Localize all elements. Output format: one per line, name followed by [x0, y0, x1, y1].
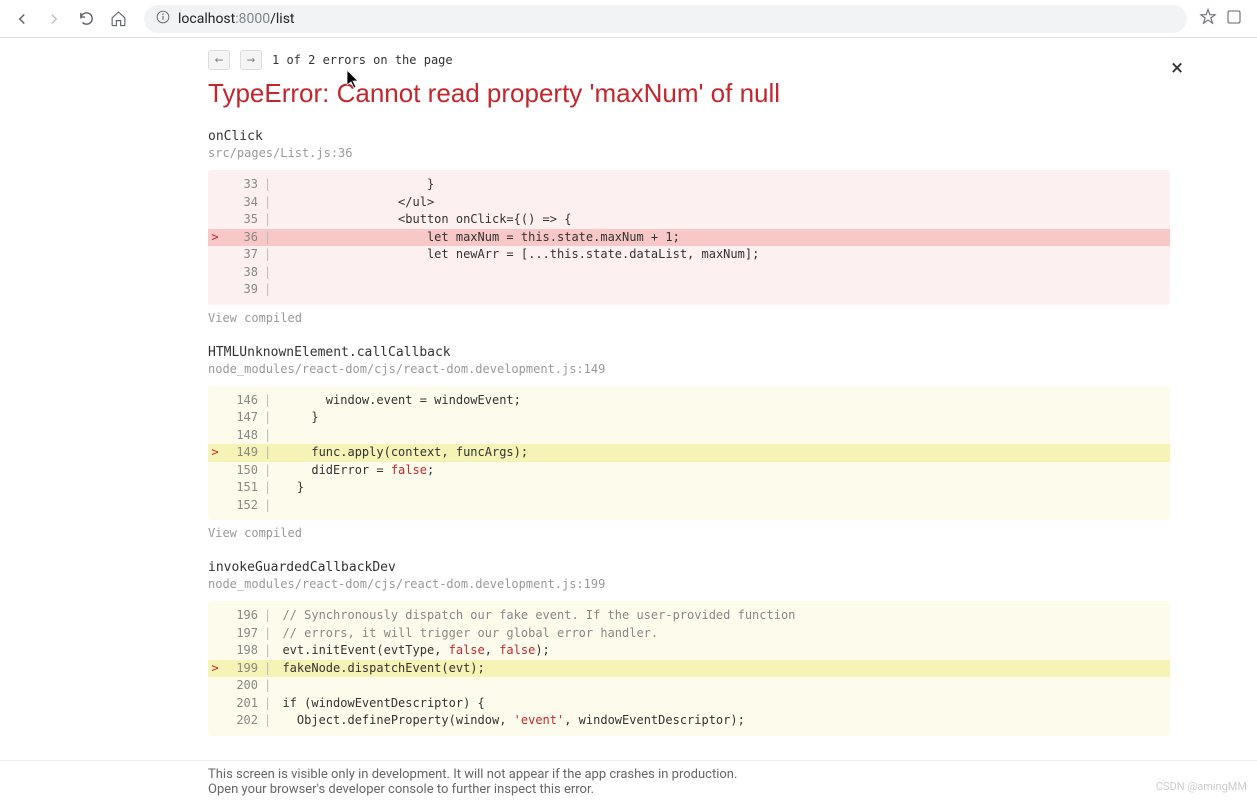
error-nav: ← → 1 of 2 errors on the page: [208, 50, 1217, 70]
frame-file[interactable]: node_modules/react-dom/cjs/react-dom.dev…: [208, 577, 1201, 591]
code-line: 200|: [208, 677, 1170, 695]
code-line: >36| let maxNum = this.state.maxNum + 1;: [208, 229, 1170, 247]
code-line: 39|: [208, 281, 1170, 299]
url-host: localhost: [178, 11, 235, 27]
code-line: 147| }: [208, 409, 1170, 427]
stack-trace-scroll[interactable]: onClick src/pages/List.js:36 33| } 34| </…: [208, 129, 1217, 741]
browser-toolbar: localhost:8000/list: [0, 0, 1257, 38]
overlay-footer: This screen is visible only in developme…: [0, 760, 1257, 803]
frame-function: onClick: [208, 129, 1201, 144]
code-line: 150| didError = false;: [208, 462, 1170, 480]
code-line: 38|: [208, 264, 1170, 282]
code-block: 33| } 34| </ul> 35| <button onClick={() …: [208, 170, 1170, 305]
error-overlay: × ← → 1 of 2 errors on the page TypeErro…: [0, 38, 1257, 803]
code-line: 201| if (windowEventDescriptor) {: [208, 695, 1170, 713]
reload-button[interactable]: [72, 5, 100, 33]
code-line: 37| let newArr = [...this.state.dataList…: [208, 246, 1170, 264]
error-counter: 1 of 2 errors on the page: [272, 53, 453, 67]
code-line: 197| // errors, it will trigger our glob…: [208, 625, 1170, 643]
url-port: :8000: [235, 11, 270, 27]
code-line: 33| }: [208, 176, 1170, 194]
error-title: TypeError: Cannot read property 'maxNum'…: [208, 78, 1217, 109]
view-compiled-link[interactable]: View compiled: [208, 526, 1201, 540]
footer-line-1: This screen is visible only in developme…: [208, 767, 1217, 782]
frame-function: HTMLUnknownElement.callCallback: [208, 345, 1201, 360]
code-line: 196| // Synchronously dispatch our fake …: [208, 607, 1170, 625]
watermark: CSDN @amingMM: [1156, 780, 1247, 793]
code-line: 146| window.event = windowEvent;: [208, 392, 1170, 410]
close-button[interactable]: ×: [1171, 56, 1183, 81]
code-line: >149| func.apply(context, funcArgs);: [208, 444, 1170, 462]
stack-frame: HTMLUnknownElement.callCallback node_modu…: [208, 345, 1201, 541]
next-error-button[interactable]: →: [240, 50, 262, 70]
code-block: 146| window.event = windowEvent; 147| } …: [208, 386, 1170, 521]
stack-frame: onClick src/pages/List.js:36 33| } 34| </…: [208, 129, 1201, 325]
code-line: 34| </ul>: [208, 194, 1170, 212]
code-line: 35| <button onClick={() => {: [208, 211, 1170, 229]
bookmark-icon[interactable]: [1199, 8, 1217, 30]
code-line: >199| fakeNode.dispatchEvent(evt);: [208, 660, 1170, 678]
footer-line-2: Open your browser's developer console to…: [208, 782, 1217, 797]
code-line: 152|: [208, 497, 1170, 515]
home-button[interactable]: [104, 5, 132, 33]
address-bar[interactable]: localhost:8000/list: [144, 5, 1187, 33]
code-line: 148|: [208, 427, 1170, 445]
back-button[interactable]: [8, 5, 36, 33]
forward-button[interactable]: [40, 5, 68, 33]
view-compiled-link[interactable]: View compiled: [208, 311, 1201, 325]
code-line: 198| evt.initEvent(evtType, false, false…: [208, 642, 1170, 660]
prev-error-button[interactable]: ←: [208, 50, 230, 70]
code-line: 151| }: [208, 479, 1170, 497]
extension-icon[interactable]: [1225, 8, 1243, 30]
code-block: 196| // Synchronously dispatch our fake …: [208, 601, 1170, 736]
frame-file[interactable]: src/pages/List.js:36: [208, 146, 1201, 160]
stack-frame: invokeGuardedCallbackDev node_modules/rea…: [208, 560, 1201, 741]
frame-function: invokeGuardedCallbackDev: [208, 560, 1201, 575]
site-info-icon[interactable]: [156, 10, 170, 28]
url-path: /list: [270, 11, 294, 27]
frame-file[interactable]: node_modules/react-dom/cjs/react-dom.dev…: [208, 362, 1201, 376]
code-line: 202| Object.defineProperty(window, 'even…: [208, 712, 1170, 730]
